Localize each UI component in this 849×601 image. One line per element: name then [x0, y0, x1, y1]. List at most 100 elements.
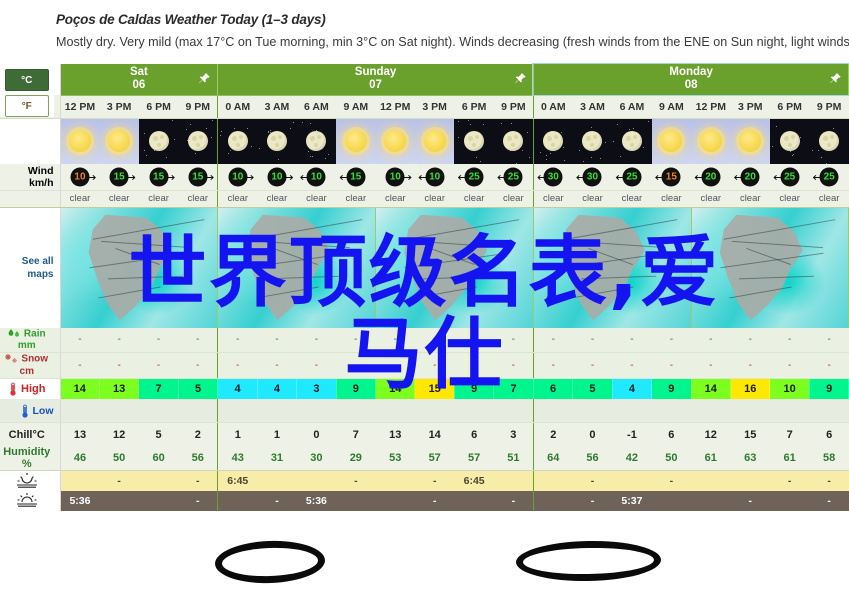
annotation-ellipse-2 — [515, 539, 662, 583]
rain-cell: - — [138, 327, 179, 354]
wind-speed-badge: 25 — [622, 167, 642, 186]
celsius-toggle[interactable]: °C — [4, 68, 49, 91]
sunset-cell — [60, 470, 100, 491]
wind-cell: ⟵20 — [730, 163, 770, 191]
weather-map-image — [533, 207, 691, 328]
condition-cell: clear — [572, 190, 613, 208]
sunrise-row: 5:36- -5:36- - -5:37- - — [0, 490, 849, 511]
high-temp-cell: 5 — [572, 378, 613, 400]
wind-cell: ⟵10 — [414, 163, 455, 191]
humidity-cell: 30 — [296, 446, 337, 472]
wind-cell: ⟵25 — [809, 163, 849, 191]
condition-cell: clear — [454, 190, 494, 208]
wind-speed-badge: 10 — [425, 167, 445, 186]
sky-cell — [375, 118, 415, 164]
wind-row: Windkm/h⟶10⟶15⟶15⟶15⟶10⟶10⟵10⟵15⟶10⟵10⟵2… — [0, 163, 849, 191]
weather-map-cell[interactable] — [217, 207, 377, 328]
rain-cell: - — [296, 327, 337, 354]
snow-cell: - — [730, 352, 770, 379]
chill-cell: -1 — [612, 422, 652, 447]
condition-cell: clear — [651, 190, 692, 208]
hour-label: 9 PM — [493, 95, 534, 119]
rain-label-line2: mm — [17, 340, 36, 352]
rain-cell: - — [572, 327, 613, 354]
wind-cell: ⟵25 — [612, 163, 652, 191]
hour-label: 12 PM — [691, 95, 731, 119]
day-header-monday[interactable]: Monday 08 — [532, 63, 849, 96]
wind-cell: ⟶15 — [138, 163, 179, 191]
sky-cell — [454, 118, 494, 164]
sunrise-cell: 5:36 — [60, 490, 100, 511]
high-temp-cell: 15 — [414, 378, 455, 400]
low-temp-cell — [572, 399, 613, 423]
weather-map-cell[interactable] — [375, 207, 534, 328]
weather-map-cell[interactable] — [60, 207, 219, 328]
wind-cell: ⟵15 — [651, 163, 692, 191]
see-all-maps-line2: maps — [27, 268, 54, 280]
sunset-cell — [532, 470, 573, 491]
sunrise-cell — [691, 490, 731, 511]
wind-label-line1: Wind — [27, 164, 54, 177]
humidity-cell: 46 — [60, 446, 100, 472]
sunset-cell: - — [769, 470, 810, 491]
high-label: High — [21, 382, 46, 395]
sunset-cell: - — [651, 470, 692, 491]
rain-cell: - — [651, 327, 692, 354]
humidity-cell: 29 — [336, 446, 376, 472]
high-row-label: High — [0, 378, 61, 400]
humidity-label-line2: % — [21, 458, 32, 471]
snow-cell: - — [178, 352, 218, 379]
low-temp-cell — [651, 399, 692, 423]
low-temp-cell — [60, 399, 100, 423]
see-all-maps-label: See all maps — [0, 207, 61, 328]
low-temp-cell — [99, 399, 139, 423]
sunrise-cell: - — [178, 490, 218, 511]
sunset-cell: 6:45 — [217, 470, 258, 491]
weather-map-cell[interactable] — [691, 207, 849, 328]
day-header-sunday[interactable]: Sunday 07 — [217, 64, 534, 96]
chill-cell: 1 — [217, 422, 258, 447]
wind-speed-badge: 25 — [464, 167, 484, 186]
rain-label-line1: Rain — [23, 328, 46, 340]
pin-icon — [514, 72, 527, 84]
sky-cell — [691, 118, 731, 164]
hour-label: 6 AM — [612, 95, 652, 119]
hour-label: 9 PM — [178, 95, 218, 119]
high-temp-cell: 9 — [651, 378, 692, 400]
sunset-cell — [730, 470, 770, 491]
sunset-cell — [691, 470, 731, 491]
low-temp-cell — [769, 399, 810, 423]
snow-row-label: Snow cm — [0, 352, 61, 379]
unit-toggle-cell-fahrenheit: °F — [0, 95, 61, 119]
humidity-label-line1: Humidity — [3, 446, 51, 459]
hour-label: 9 PM — [809, 95, 849, 119]
forecast-table-wrapper: °C Sat 06 Sunday 07 Monday 08 °F 12 PM 3 PM 6 PM 9… — [0, 63, 849, 585]
sunrise-cell: 5:36 — [296, 490, 337, 511]
high-temp-cell: 6 — [532, 378, 574, 400]
high-temp-cell: 10 — [769, 378, 810, 400]
sunset-cell — [612, 470, 652, 491]
wind-cell: ⟶10 — [217, 163, 258, 191]
snow-cell: - — [612, 352, 652, 379]
sky-cell — [612, 118, 652, 164]
fahrenheit-toggle[interactable]: °F — [4, 95, 49, 118]
sunset-cell: - — [809, 470, 849, 491]
low-temp-row: Low — [0, 399, 849, 423]
wind-label-line2: km/h — [28, 176, 54, 189]
forecast-summary: Poços de Caldas Weather Today (1–3 days)… — [0, 0, 849, 60]
moon-icon — [582, 131, 603, 151]
sunrise-cell: - — [730, 490, 770, 511]
hour-label: 3 PM — [730, 95, 770, 119]
low-temp-cell — [138, 399, 179, 423]
humidity-cell: 58 — [809, 446, 849, 472]
weather-map-cell[interactable] — [532, 207, 692, 328]
day-number: 08 — [684, 79, 698, 92]
high-temp-cell: 13 — [99, 378, 140, 400]
chill-cell: 5 — [138, 422, 179, 447]
condition-cell: clear — [99, 190, 139, 208]
snow-cell: - — [454, 352, 494, 379]
chill-label: Chill°C — [8, 428, 45, 441]
day-header-sat[interactable]: Sat 06 — [60, 64, 219, 96]
hour-label: 6 PM — [138, 95, 179, 119]
sun-icon — [423, 130, 446, 152]
